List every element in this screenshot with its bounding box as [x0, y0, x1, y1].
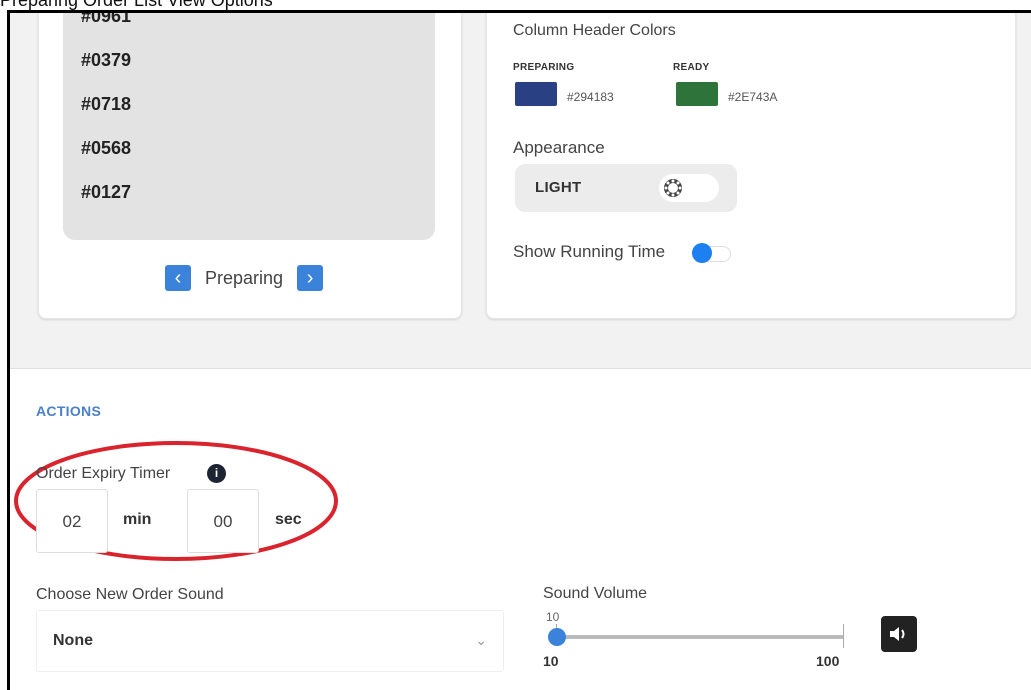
chevron-down-icon: ⌄ — [475, 632, 487, 648]
order-list-card: #0961 #0379 #0718 #0568 #0127 ‹ Preparin… — [38, 13, 462, 319]
list-pager: ‹ Preparing › — [165, 264, 324, 292]
sound-select-value: None — [53, 632, 93, 649]
sound-select-label: Choose New Order Sound — [36, 586, 224, 603]
volume-slider-handle[interactable] — [548, 628, 566, 646]
seconds-unit-label: sec — [275, 511, 302, 528]
appearance-mode-label: LIGHT — [535, 179, 582, 196]
pager-prev-button[interactable]: ‹ — [165, 265, 191, 291]
app-frame: #0961 #0379 #0718 #0568 #0127 ‹ Preparin… — [7, 10, 1031, 690]
order-item[interactable]: #0961 — [81, 13, 131, 27]
order-item[interactable]: #0379 — [81, 50, 131, 71]
volume-max-label: 100 — [816, 653, 840, 669]
speaker-button[interactable] — [881, 616, 917, 652]
running-time-toggle[interactable] — [692, 243, 731, 263]
running-time-label: Show Running Time — [513, 242, 666, 261]
slider-end-tick — [843, 624, 844, 648]
volume-min-label: 10 — [543, 653, 559, 669]
volume-current-value: 10 — [546, 610, 560, 624]
expiry-seconds-input[interactable]: 00 — [187, 489, 259, 553]
preparing-color-label: PREPARING — [513, 62, 575, 73]
order-list: #0961 #0379 #0718 #0568 #0127 — [63, 13, 435, 240]
order-item[interactable]: #0718 — [81, 94, 131, 115]
display-settings-card: Column Header Colors PREPARING #294183 R… — [486, 13, 1016, 319]
appearance-selector[interactable]: LIGHT — [515, 164, 737, 212]
volume-label: Sound Volume — [543, 585, 648, 602]
volume-slider-track[interactable] — [556, 635, 844, 639]
column-colors-title: Column Header Colors — [513, 22, 676, 39]
appearance-toggle[interactable] — [659, 174, 719, 202]
actions-heading: ACTIONS — [36, 403, 102, 419]
sun-gear-icon — [659, 174, 687, 202]
preparing-color-hex: #294183 — [567, 90, 614, 104]
ready-color-hex: #2E743A — [728, 90, 778, 104]
sound-select[interactable]: None ⌄ — [36, 610, 504, 672]
minutes-unit-label: min — [123, 511, 152, 528]
pager-next-button[interactable]: › — [297, 265, 324, 291]
expiry-timer-label: Order Expiry Timer — [36, 465, 171, 482]
chevron-left-icon: ‹ — [174, 266, 182, 289]
info-icon[interactable]: i — [207, 464, 226, 483]
order-item[interactable]: #0568 — [81, 138, 131, 159]
pager-label: Preparing — [205, 267, 284, 288]
order-item[interactable]: #0127 — [81, 182, 131, 203]
ready-color-swatch[interactable] — [676, 82, 718, 106]
caption-text: Preparing Order List View Options — [0, 0, 273, 10]
actions-panel: ACTIONS Order Expiry Timer i 02 min 00 s… — [10, 368, 1031, 690]
preparing-color-swatch[interactable] — [515, 82, 557, 106]
speaker-icon — [890, 627, 905, 641]
chevron-right-icon: › — [306, 266, 314, 289]
toggle-knob — [692, 243, 712, 263]
ready-color-label: READY — [673, 62, 710, 73]
appearance-title: Appearance — [513, 138, 605, 157]
expiry-minutes-input[interactable]: 02 — [36, 489, 108, 553]
